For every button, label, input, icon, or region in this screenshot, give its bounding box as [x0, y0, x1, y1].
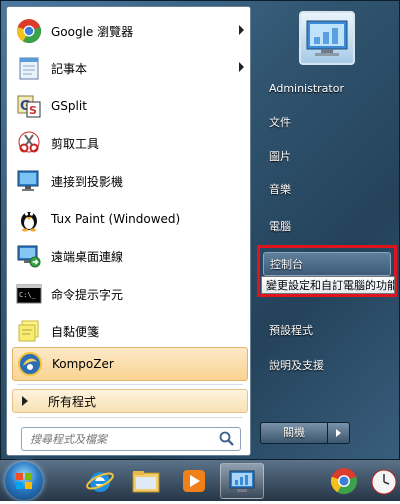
start-menu: Google 瀏覽器 記事本 GS GSplit 剪取工具 連接到投影機 Tux…	[0, 0, 400, 460]
program-label: 自黏便箋	[51, 324, 100, 339]
sticky-notes-icon	[15, 317, 43, 345]
search-box[interactable]	[21, 427, 241, 451]
chrome-icon[interactable]	[322, 463, 366, 499]
projector-icon	[15, 167, 43, 195]
gsplit-icon: GS	[15, 92, 43, 120]
file-explorer-icon[interactable]	[124, 463, 168, 499]
all-programs-button[interactable]: 所有程式	[12, 389, 248, 413]
user-account-link[interactable]: Administrator	[263, 77, 391, 101]
control-panel-tooltip: 變更設定和自訂電腦的功能	[261, 276, 395, 294]
program-connect-projector[interactable]: 連接到投影機	[12, 164, 248, 198]
divider	[17, 417, 243, 418]
submenu-arrow-icon[interactable]	[239, 25, 244, 35]
program-label: Tux Paint (Windowed)	[51, 212, 181, 226]
notepad-icon	[15, 54, 43, 82]
command-prompt-icon: C:\_	[15, 280, 43, 308]
control-panel-icon[interactable]	[220, 463, 264, 499]
program-sticky-notes[interactable]: 自黏便箋	[12, 314, 248, 348]
search-icon[interactable]	[218, 430, 236, 448]
program-notepad[interactable]: 記事本	[12, 51, 248, 85]
program-command-prompt[interactable]: C:\_ 命令提示字元	[12, 277, 248, 311]
divider	[17, 384, 243, 385]
submenu-arrow-icon[interactable]	[239, 62, 244, 72]
documents-link[interactable]: 文件	[263, 111, 391, 135]
help-support-link[interactable]: 說明及支援	[263, 354, 391, 378]
shutdown-group: 關機	[260, 422, 350, 444]
svg-text:S: S	[29, 104, 37, 117]
pictures-link[interactable]: 圖片	[263, 145, 391, 169]
clock-icon[interactable]	[366, 463, 400, 499]
default-programs-link[interactable]: 預設程式	[263, 319, 391, 343]
internet-explorer-icon[interactable]	[78, 463, 122, 499]
program-tux-paint[interactable]: Tux Paint (Windowed)	[12, 202, 248, 236]
program-label: 連接到投影機	[51, 174, 124, 189]
shutdown-options-arrow-icon[interactable]	[328, 422, 350, 444]
program-gsplit[interactable]: GS GSplit	[12, 89, 248, 123]
program-kompozer[interactable]: KompoZer	[12, 347, 248, 381]
user-picture[interactable]	[299, 11, 355, 65]
program-label: 命令提示字元	[51, 287, 124, 302]
taskbar	[0, 460, 400, 501]
remote-desktop-icon	[15, 242, 43, 270]
program-google-chrome[interactable]: Google 瀏覽器	[12, 14, 248, 48]
program-label: 遠端桌面連線	[51, 249, 124, 264]
expand-arrow-icon	[22, 396, 28, 406]
program-remote-desktop[interactable]: 遠端桌面連線	[12, 239, 248, 273]
svg-text:C:\_: C:\_	[19, 291, 37, 299]
start-orb[interactable]	[5, 462, 43, 500]
media-player-icon[interactable]	[172, 463, 216, 499]
kompozer-icon	[16, 350, 44, 378]
all-programs-label: 所有程式	[48, 394, 97, 409]
tux-penguin-icon	[15, 205, 43, 233]
program-label: 剪取工具	[51, 136, 100, 151]
music-link[interactable]: 音樂	[263, 178, 391, 202]
shutdown-button[interactable]: 關機	[260, 422, 328, 444]
scissors-icon	[15, 129, 43, 157]
chrome-icon	[15, 17, 43, 45]
program-label: GSplit	[51, 99, 87, 113]
program-label: KompoZer	[52, 357, 114, 371]
program-snipping-tool[interactable]: 剪取工具	[12, 126, 248, 160]
program-label: 記事本	[51, 61, 88, 76]
computer-link[interactable]: 電腦	[263, 215, 391, 239]
program-label: Google 瀏覽器	[51, 24, 134, 39]
programs-pane: Google 瀏覽器 記事本 GS GSplit 剪取工具 連接到投影機 Tux…	[6, 6, 251, 456]
search-input[interactable]	[28, 431, 218, 447]
